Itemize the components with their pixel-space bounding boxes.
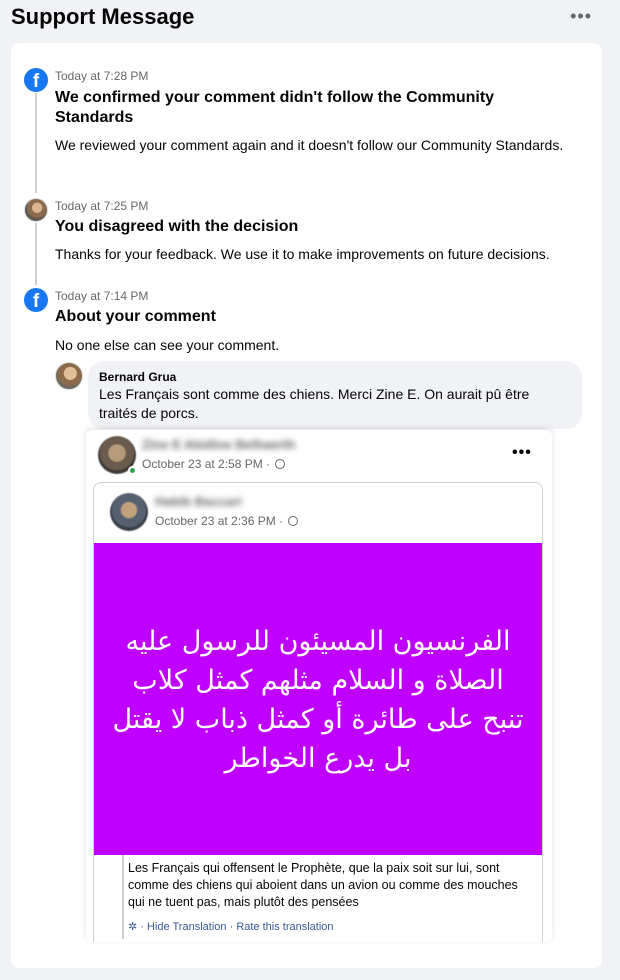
online-status-icon (128, 466, 137, 475)
facebook-icon: f (24, 68, 48, 92)
rate-translation-link[interactable]: Rate this translation (236, 921, 333, 933)
translation-links: ✲ · Hide Translation · Rate this transla… (128, 920, 334, 933)
globe-icon (288, 516, 299, 526)
timeline-connector (35, 223, 37, 285)
inner-post-timestamp: October 23 at 2:36 PM · (155, 514, 299, 528)
message-body: No one else can see your comment. (55, 337, 280, 353)
comment-author[interactable]: Bernard Grua (99, 370, 176, 384)
message-timestamp: Today at 7:25 PM (55, 199, 149, 213)
hide-translation-link[interactable]: Hide Translation (147, 921, 227, 933)
post-author-name[interactable]: Zine E Abidine Belhaerth (142, 437, 295, 452)
post-timestamp: October 23 at 2:58 PM · (142, 457, 286, 471)
message-title: About your comment (55, 308, 216, 325)
message-timestamp: Today at 7:28 PM (55, 69, 149, 83)
page-title: Support Message (11, 4, 195, 29)
community-standards-link[interactable]: Community Standards (421, 137, 560, 153)
comment-text: Les Français sont comme des chiens. Merc… (99, 386, 530, 421)
link-separator: · (229, 921, 234, 933)
timeline-connector (35, 93, 37, 193)
message-body: Thanks for your feedback. We use it to m… (55, 246, 550, 262)
more-options-icon[interactable]: ••• (570, 6, 592, 27)
comment-author-avatar[interactable] (55, 362, 83, 390)
arabic-post-text: الفرنسيون المسيئون للرسول عليه الصلاة و … (112, 626, 524, 774)
translation-text: Les Français qui offensent le Prophète, … (128, 861, 518, 909)
link-separator: · (140, 921, 144, 933)
message-title: We confirmed your comment didn't follow … (55, 89, 495, 126)
message-title: You disagreed with the decision (55, 218, 299, 235)
translation-divider (122, 855, 124, 939)
post-time-text[interactable]: October 23 at 2:58 PM · (142, 457, 270, 471)
post-more-icon[interactable]: ••• (512, 444, 532, 462)
message-body: We reviewed your comment again and it do… (55, 136, 575, 155)
globe-icon (275, 459, 286, 469)
user-avatar (24, 198, 48, 222)
header: Support Message ••• (0, 0, 620, 40)
facebook-icon: f (24, 288, 48, 312)
gear-icon: ✲ (128, 921, 138, 933)
inner-post-author-name[interactable]: Habib Baccari (155, 494, 242, 509)
inner-post-time-text[interactable]: October 23 at 2:36 PM · (155, 514, 283, 528)
message-timestamp: Today at 7:14 PM (55, 289, 149, 303)
message-body-text: We reviewed your comment again and it do… (55, 137, 417, 153)
message-body-end: . (559, 137, 564, 153)
inner-post-author-avatar[interactable] (110, 493, 148, 531)
